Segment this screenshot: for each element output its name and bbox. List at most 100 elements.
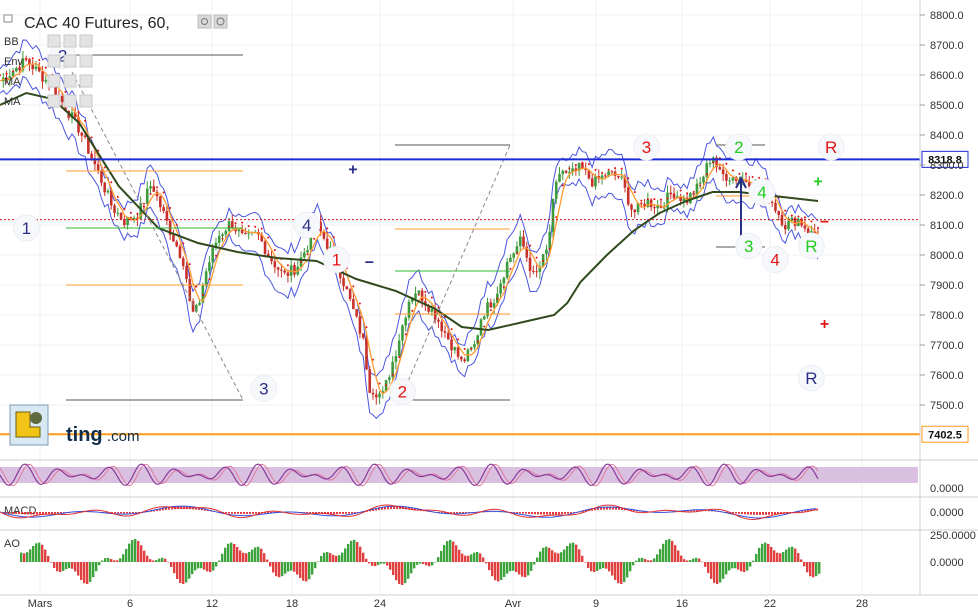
- y-tick-label: 8300.0: [930, 160, 964, 172]
- ao-bar: [500, 562, 503, 581]
- sar-dot: [509, 267, 512, 270]
- candle-body: [407, 301, 411, 318]
- ao-bar: [524, 562, 527, 578]
- wave-label: 1: [332, 251, 341, 270]
- ao-bar: [278, 562, 281, 578]
- ao-bar: [89, 562, 92, 582]
- candle-body: [159, 196, 162, 208]
- ao-bar: [554, 552, 557, 562]
- settings-icon[interactable]: [197, 14, 212, 29]
- ao-bar: [785, 549, 788, 562]
- signal-marker: +: [348, 162, 357, 179]
- ao-bar: [725, 562, 728, 575]
- macd-histogram-bar: [543, 512, 545, 515]
- ao-bar: [38, 542, 41, 562]
- ao-bar: [497, 562, 500, 582]
- ao-bar: [545, 546, 548, 562]
- ao-bar: [149, 559, 152, 562]
- ao-bar: [479, 553, 482, 562]
- candle-body: [420, 290, 424, 302]
- candle-body: [473, 344, 476, 348]
- candle-body: [142, 202, 146, 204]
- ao-bar: [260, 548, 263, 562]
- indicator-control-icon: [47, 94, 61, 108]
- ao-bar: [401, 562, 404, 585]
- candle-body: [237, 229, 241, 232]
- sar-dot: [391, 373, 394, 376]
- sar-dot: [110, 181, 113, 184]
- gear-icon[interactable]: [213, 14, 228, 29]
- macd-histogram-bar: [759, 512, 761, 515]
- ao-bar: [41, 544, 44, 562]
- ao-bar: [617, 562, 620, 584]
- y-tick-label: 8700.0: [930, 40, 964, 52]
- ao-bar: [764, 542, 767, 562]
- candle-body: [669, 192, 673, 195]
- watermark-suffix: .com: [107, 428, 140, 445]
- ao-bar: [638, 558, 641, 562]
- ao-bar: [50, 562, 53, 563]
- macd-histogram-bar: [345, 512, 347, 514]
- ao-bar: [539, 551, 542, 562]
- sar-dot: [731, 169, 734, 172]
- candle-body: [783, 225, 787, 230]
- candle-body: [208, 262, 211, 272]
- candle-body: [276, 267, 280, 270]
- ao-bar: [512, 562, 515, 571]
- ao-bar: [449, 539, 452, 562]
- candle-body: [509, 257, 512, 262]
- macd-histogram-bar: [6, 512, 8, 514]
- ao-bar: [689, 560, 692, 562]
- candle-body: [561, 170, 565, 174]
- ao-bar: [743, 562, 746, 573]
- ao-bar: [791, 546, 794, 562]
- ao-bar: [431, 562, 434, 566]
- ao-bar: [494, 562, 497, 581]
- ao-bar: [698, 558, 701, 562]
- ao-bar: [194, 562, 197, 571]
- sar-dot: [201, 294, 204, 297]
- indicator-control-icon: [79, 94, 93, 108]
- candle-body: [221, 234, 224, 236]
- candle-body: [100, 170, 103, 183]
- wave-label: 2: [398, 383, 407, 402]
- sar-dot: [411, 309, 414, 312]
- candle-body: [185, 266, 188, 279]
- candle-body: [175, 241, 178, 247]
- sar-dot: [502, 286, 505, 289]
- ao-bar: [596, 562, 599, 571]
- ao-bar: [521, 562, 524, 577]
- macd-histogram-bar: [228, 512, 230, 514]
- sar-dot: [286, 264, 289, 267]
- indicator-control-icon: [63, 94, 77, 108]
- ao-bar: [386, 562, 389, 566]
- ao-bar: [350, 540, 353, 562]
- ao-bar: [509, 562, 512, 572]
- y-tick-label: 8500.0: [930, 100, 964, 112]
- ao-bar: [239, 550, 242, 562]
- ao-bar: [308, 562, 311, 580]
- candle-body: [149, 186, 152, 189]
- candle-body: [430, 308, 434, 312]
- indicator-control-icon: [63, 34, 77, 48]
- ao-bar: [614, 562, 617, 580]
- ao-bar: [254, 547, 257, 562]
- macd-histogram-bar: [234, 512, 236, 514]
- candle-body: [460, 356, 463, 360]
- ao-bar: [284, 562, 287, 574]
- ao-bar: [176, 562, 179, 580]
- ao-bar: [416, 562, 419, 565]
- ao-bar: [59, 562, 62, 573]
- ao-bar: [758, 547, 761, 562]
- ao-bar: [26, 552, 29, 562]
- candle-body: [617, 175, 620, 178]
- sar-dot: [542, 259, 545, 262]
- ao-bar: [206, 562, 209, 572]
- ao-bar: [263, 553, 266, 562]
- ao-bar: [647, 560, 650, 562]
- candle-body: [725, 174, 728, 181]
- sar-dot: [790, 214, 793, 217]
- sar-dot: [614, 167, 617, 170]
- ao-bar: [788, 547, 791, 562]
- signal-marker: −: [365, 255, 374, 272]
